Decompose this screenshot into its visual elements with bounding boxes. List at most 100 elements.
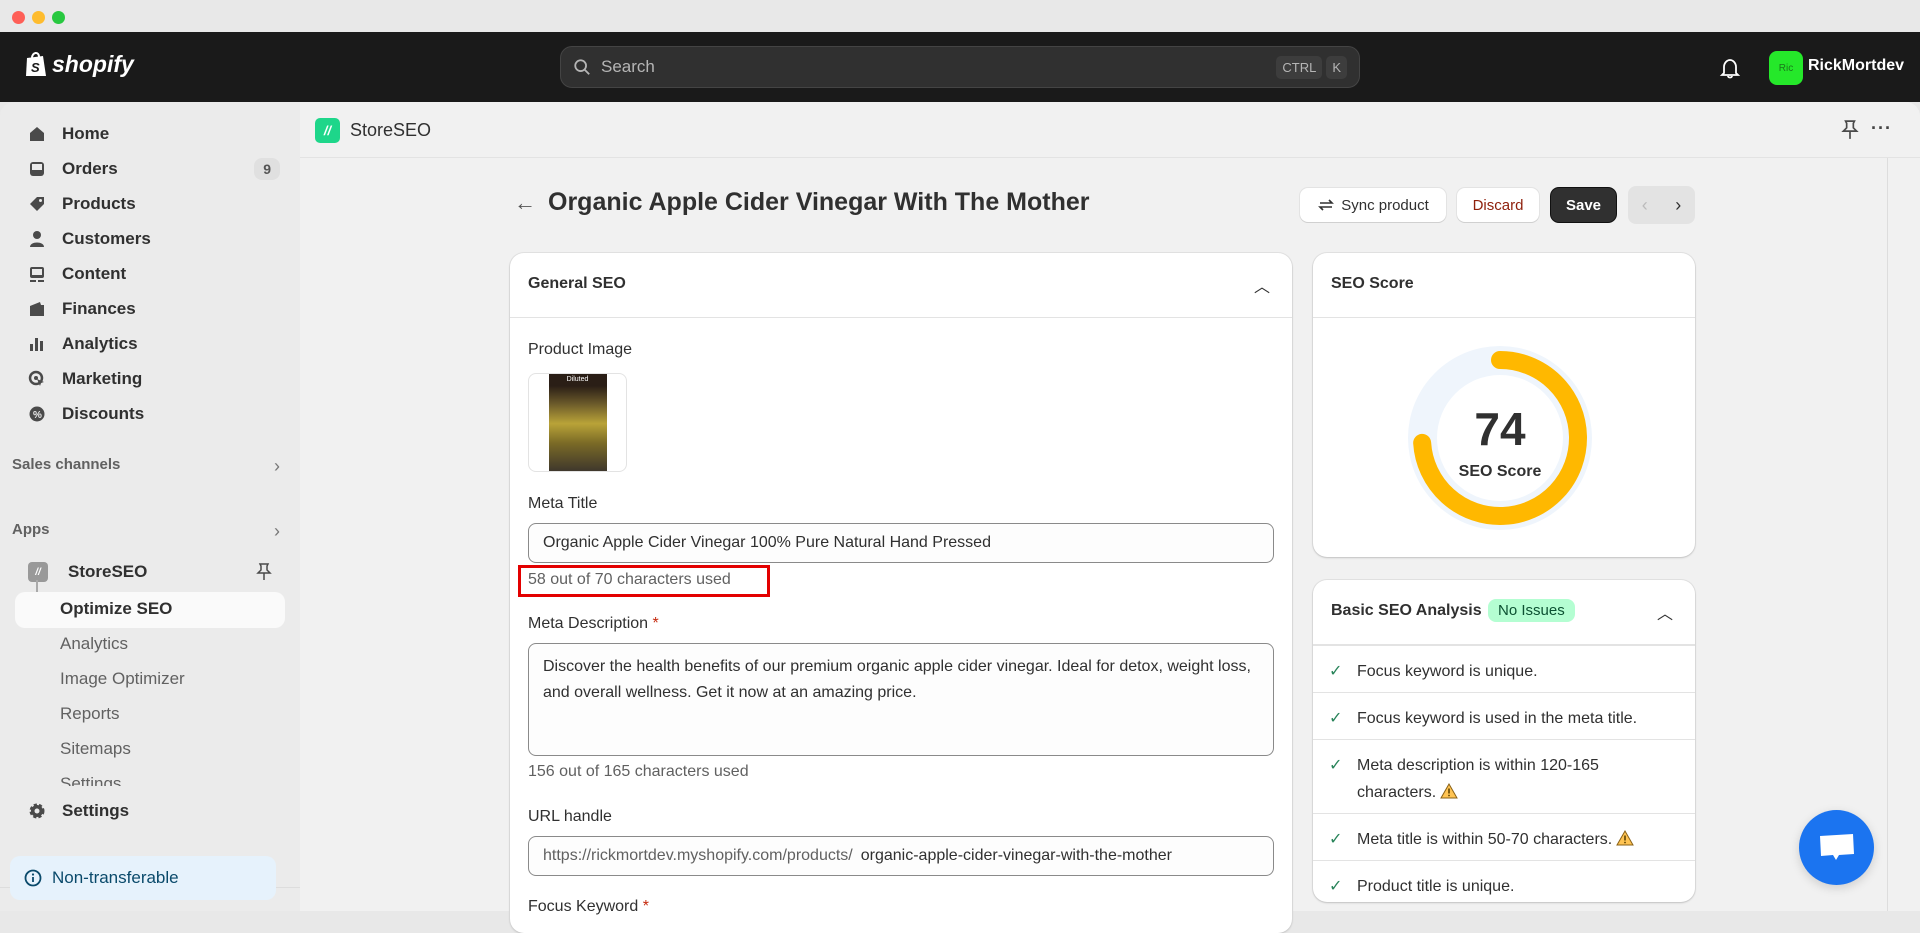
sidebar-item-label: Products	[62, 194, 136, 213]
gear-icon	[28, 802, 46, 820]
sidebar-item-label: Analytics	[62, 334, 138, 353]
analysis-check-item: ✓ Meta description is within 120-165 char…	[1313, 739, 1695, 818]
search-input[interactable]: Search CTRL K	[560, 46, 1360, 88]
seo-score-header: SEO Score	[1313, 253, 1695, 318]
seo-score-value: 74	[1474, 403, 1526, 455]
checkmark-icon: ✓	[1329, 831, 1343, 848]
avatar[interactable]: Ric	[1769, 51, 1803, 85]
sidebar-subitem-image-optimizer[interactable]: Image Optimizer	[60, 669, 185, 689]
sidebar-item-analytics[interactable]: Analytics	[28, 329, 280, 359]
chevron-up-icon[interactable]: ︿	[1657, 600, 1673, 624]
sidebar-item-home[interactable]: Home	[28, 119, 280, 149]
chevron-up-icon[interactable]: ︿	[1254, 273, 1270, 297]
meta-title-value: Organic Apple Cider Vinegar 100% Pure Na…	[543, 534, 991, 551]
discard-button[interactable]: Discard	[1457, 188, 1539, 222]
search-placeholder: Search	[601, 57, 655, 76]
seo-score-title: SEO Score	[1331, 275, 1414, 292]
previous-page-button[interactable]: ‹	[1642, 195, 1648, 216]
analysis-check-text: Focus keyword is unique.	[1357, 663, 1538, 680]
shortcut-key-ctrl: CTRL	[1276, 55, 1323, 79]
top-bar: S shopify Search CTRL K Ric RickMortdev	[0, 32, 1920, 102]
sync-product-button[interactable]: Sync product	[1300, 188, 1446, 222]
apps-section[interactable]: Apps ›	[12, 521, 280, 541]
general-seo-title: General SEO	[528, 275, 626, 292]
back-arrow-icon[interactable]: ←	[514, 190, 536, 216]
sales-channels-label: Sales channels	[12, 456, 121, 473]
apps-label: Apps	[12, 521, 50, 538]
meta-title-input[interactable]: Organic Apple Cider Vinegar 100% Pure Na…	[528, 523, 1274, 563]
meta-description-counter: 156 out of 165 characters used	[528, 763, 749, 780]
sidebar-item-label: Customers	[62, 229, 151, 248]
general-seo-header[interactable]: General SEO ︿	[510, 253, 1292, 318]
chevron-right-icon: ›	[274, 456, 280, 476]
shopify-logo[interactable]: S shopify	[24, 50, 134, 78]
sidebar-subitem-sitemaps[interactable]: Sitemaps	[60, 739, 131, 759]
sidebar-item-label: Marketing	[62, 369, 143, 388]
status-badge: No Issues	[1488, 599, 1575, 622]
sidebar-item-customers[interactable]: Customers	[28, 224, 280, 254]
window-maximize-button[interactable]	[52, 11, 65, 24]
sales-channels-section[interactable]: Sales channels ›	[12, 456, 280, 476]
meta-description-label-text: Meta Description	[528, 615, 649, 632]
next-page-button[interactable]: ›	[1675, 195, 1681, 216]
sidebar-subitem-analytics[interactable]: Analytics	[60, 634, 128, 654]
home-icon	[28, 125, 46, 143]
sync-label: Sync product	[1341, 196, 1429, 214]
sidebar-item-settings[interactable]: Settings	[28, 796, 280, 826]
tag-icon	[28, 195, 46, 213]
url-handle-label: URL handle	[528, 808, 612, 825]
analysis-check-text: Focus keyword is used in the meta title.	[1357, 710, 1638, 727]
chevron-right-icon: ›	[274, 521, 280, 541]
seo-score-gauge: 74 SEO Score	[1408, 346, 1592, 530]
save-button[interactable]: Save	[1551, 188, 1616, 222]
pin-icon[interactable]	[1840, 120, 1860, 140]
meta-title-counter: 58 out of 70 characters used	[528, 571, 731, 588]
seo-score-caption: SEO Score	[1459, 463, 1542, 480]
username[interactable]: RickMortdev	[1808, 57, 1904, 75]
sidebar-item-content[interactable]: Content	[28, 259, 280, 289]
pagination: ‹ ›	[1628, 186, 1695, 224]
sidebar-item-orders[interactable]: Orders 9	[28, 154, 280, 184]
sidebar-item-finances[interactable]: Finances	[28, 294, 280, 324]
sidebar-item-label: Content	[62, 264, 127, 283]
more-actions-icon[interactable]: ···	[1871, 118, 1892, 139]
sidebar-item-label: Discounts	[62, 404, 145, 423]
product-image-label: Product Image	[528, 341, 633, 358]
sidebar-app-storeseo[interactable]: // StoreSEO	[28, 557, 280, 587]
sidebar-subitem-settings[interactable]: Settings	[60, 774, 121, 786]
chat-button[interactable]	[1799, 810, 1874, 885]
notification-bell-icon[interactable]	[1718, 56, 1742, 80]
sidebar-subitem-reports[interactable]: Reports	[60, 704, 120, 724]
window-minimize-button[interactable]	[32, 11, 45, 24]
sidebar-item-products[interactable]: Products	[28, 189, 280, 219]
analysis-check-item: ✓ Focus keyword is unique.	[1313, 645, 1695, 697]
meta-description-textarea[interactable]: Discover the health benefits of our prem…	[528, 643, 1274, 756]
sidebar-item-marketing[interactable]: Marketing	[28, 364, 280, 394]
non-transferable-banner[interactable]: Non-transferable	[10, 856, 276, 900]
sidebar-item-label: Settings	[62, 801, 130, 820]
analysis-check-text: Meta title is within 50-70 characters.	[1357, 831, 1613, 848]
person-icon	[28, 230, 46, 248]
page-title: Organic Apple Cider Vinegar With The Mot…	[548, 188, 1090, 216]
sidebar-subitem-optimize-seo[interactable]: Optimize SEO	[60, 599, 172, 619]
required-marker: *	[652, 615, 659, 632]
analysis-check-text: Product title is unique.	[1357, 878, 1515, 895]
svg-text:S: S	[31, 60, 40, 75]
sidebar-item-discounts[interactable]: % Discounts	[28, 399, 280, 429]
brand-name: shopify	[52, 50, 134, 77]
pin-icon[interactable]	[256, 563, 272, 581]
checkmark-icon: ✓	[1329, 710, 1343, 727]
checkmark-icon: ✓	[1329, 757, 1343, 774]
target-icon	[28, 370, 46, 388]
scroll-divider	[1887, 158, 1888, 911]
basic-seo-analysis-header[interactable]: Basic SEO Analysis No Issues ︿	[1313, 580, 1695, 645]
meta-title-label: Meta Title	[528, 495, 598, 512]
product-image[interactable]: Diluted	[528, 373, 627, 472]
url-handle-value: organic-apple-cider-vinegar-with-the-mot…	[860, 847, 1172, 864]
shopify-bag-icon: S	[26, 52, 46, 76]
content-icon	[28, 265, 46, 283]
window-close-button[interactable]	[12, 11, 25, 24]
url-handle-input[interactable]: https://rickmortdev.myshopify.com/produc…	[528, 836, 1274, 876]
url-prefix: https://rickmortdev.myshopify.com/produc…	[543, 847, 853, 864]
focus-keyword-label: Focus Keyword *	[528, 898, 649, 916]
